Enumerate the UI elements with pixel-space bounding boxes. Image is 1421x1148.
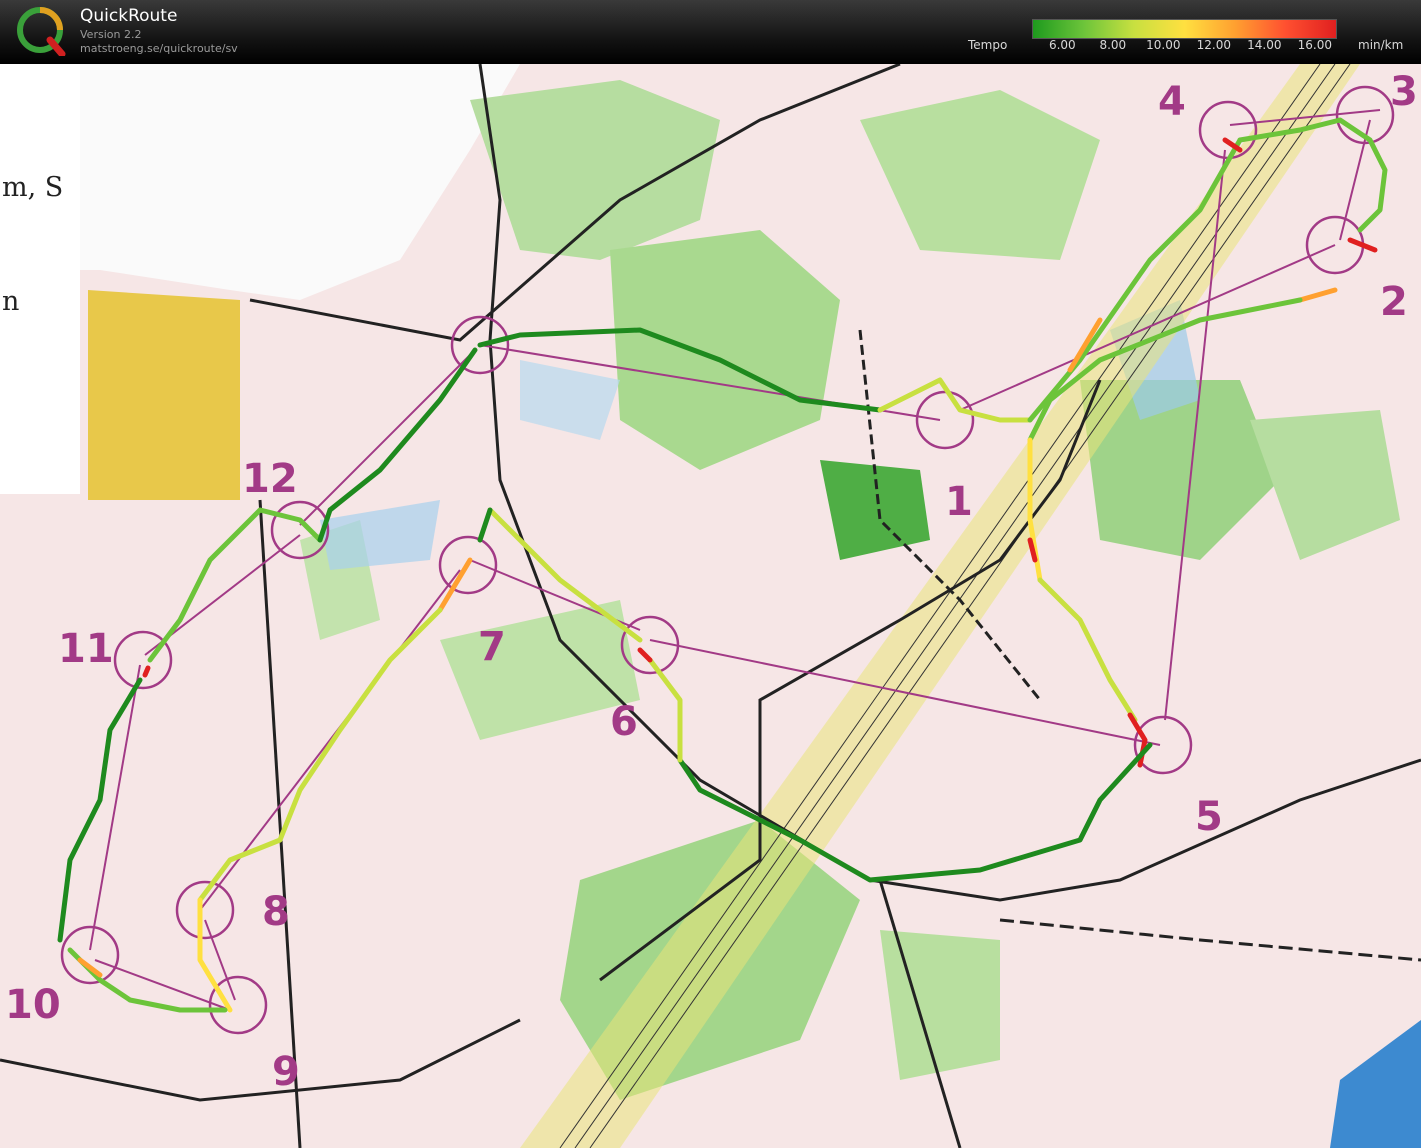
app-name: QuickRoute [80,6,178,26]
marsh-area [520,360,620,440]
control-number-9: 9 [272,1049,300,1095]
app-version: Version 2.2 [80,28,142,41]
paper-sheet-fold [80,64,520,300]
map-drawing: 1 2 3 4 5 6 7 8 9 10 11 12 [0,64,1421,1148]
lake [1330,1020,1421,1148]
control-number-11: 11 [58,626,114,672]
forest-area [880,930,1000,1080]
control-number-8: 8 [262,889,290,935]
tempo-color-scale [1032,19,1337,39]
app-header: QuickRoute Version 2.2 matstroeng.se/qui… [0,0,1421,64]
open-land-field [88,290,240,500]
forest-area [610,230,840,470]
control-circle-1 [915,390,975,450]
control-number-10: 10 [5,982,61,1028]
dense-forest-area [820,460,930,560]
control-number-5: 5 [1195,794,1223,840]
tempo-legend-label: Tempo [968,38,1008,52]
control-number-2: 2 [1380,279,1408,325]
tempo-tick-label: 16.00 [1297,38,1332,52]
forest-area [470,80,720,260]
paper-text-fragment: m, S [2,172,64,203]
control-number-6: 6 [610,699,638,745]
tempo-tick-label: 14.00 [1247,38,1282,52]
forest-area [860,90,1100,260]
control-circle-10 [60,925,120,985]
tempo-tick-label: 10.00 [1146,38,1181,52]
tempo-tick-label: 6.00 [1048,38,1076,52]
control-number-4: 4 [1158,79,1186,125]
tempo-unit-label: min/km [1358,38,1404,52]
app-url: matstroeng.se/quickroute/sv [80,42,238,55]
control-number-7: 7 [478,624,506,670]
marsh-area [320,500,440,570]
paper-text-fragment: n [2,286,20,317]
orienteering-map[interactable]: 1 2 3 4 5 6 7 8 9 10 11 12 m, S n [0,64,1421,1148]
control-circle-12 [270,500,330,560]
control-number-3: 3 [1390,69,1418,115]
control-number-1: 1 [945,479,973,525]
quickroute-logo-icon [17,7,66,56]
tempo-tick-label: 8.00 [1099,38,1127,52]
control-number-12: 12 [242,456,298,502]
paper-sheet [0,64,80,494]
tempo-tick-label: 12.00 [1196,38,1231,52]
control-circle-4 [1198,100,1258,160]
